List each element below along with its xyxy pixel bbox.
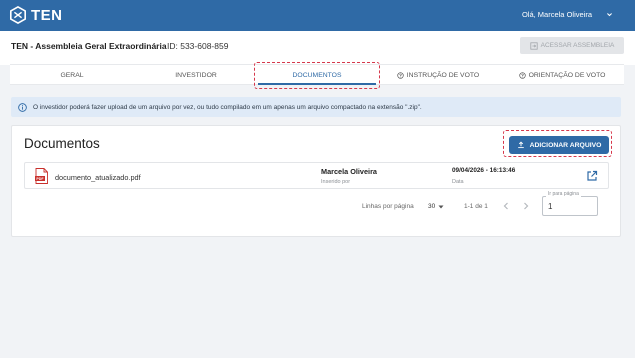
- add-button-highlight-annotation: [503, 130, 612, 157]
- documents-title: Documentos: [24, 136, 100, 151]
- file-name[interactable]: documento_atualizado.pdf: [55, 173, 141, 182]
- help-circle-icon: [518, 72, 526, 79]
- go-to-page-label: Ir para página: [546, 191, 581, 197]
- tab-geral[interactable]: GERAL: [10, 65, 134, 86]
- tab-label: INSTRUÇÃO DE VOTO: [406, 72, 480, 79]
- uploader-label: Inserido por: [321, 179, 351, 185]
- tab-label: GERAL: [60, 72, 84, 79]
- svg-text:PDF: PDF: [36, 177, 44, 181]
- tab-label: INVESTIDOR: [175, 72, 217, 79]
- tab-orientacao-de-voto[interactable]: ORIENTAÇÃO DE VOTO: [500, 65, 624, 86]
- tab-label: ORIENTAÇÃO DE VOTO: [528, 72, 606, 79]
- chevron-down-icon: [607, 13, 612, 17]
- rows-per-page-value: 30: [428, 203, 436, 210]
- info-icon: [18, 102, 27, 112]
- enter-icon: [530, 41, 538, 50]
- rows-per-page-label: Linhas por página: [362, 203, 414, 210]
- tab-instrucao-de-voto[interactable]: INSTRUÇÃO DE VOTO: [376, 65, 500, 86]
- go-to-page-input[interactable]: [548, 202, 592, 211]
- tab-highlight-annotation: [254, 62, 380, 89]
- logo-text: TEN: [31, 6, 63, 24]
- user-greeting: Olá, Marcela Oliveira: [521, 10, 592, 19]
- uploader-name: Marcela Oliveira: [321, 167, 377, 176]
- caret-down-icon: [438, 205, 444, 208]
- assembly-header: TEN - Assembleia Geral Extraordinária ID…: [0, 31, 635, 65]
- tab-investidor[interactable]: INVESTIDOR: [134, 65, 258, 86]
- open-external-icon[interactable]: [586, 170, 598, 182]
- assembly-title: TEN - Assembleia Geral Extraordinária: [11, 41, 167, 51]
- info-text: O investidor poderá fazer upload de um a…: [33, 103, 422, 111]
- date-label: Data: [452, 179, 464, 185]
- pdf-file-icon: PDF: [35, 168, 48, 184]
- upload-date: 09/04/2026 - 16:13:46: [452, 167, 516, 174]
- user-menu[interactable]: Olá, Marcela Oliveira: [522, 10, 613, 19]
- help-circle-icon: [397, 72, 404, 79]
- previous-page-icon[interactable]: [502, 202, 510, 210]
- logo-icon: [9, 6, 27, 24]
- rows-per-page-select[interactable]: 30: [428, 203, 444, 210]
- top-bar: TEN Olá, Marcela Oliveira: [0, 0, 635, 31]
- access-assembly-button[interactable]: ACESSAR ASSEMBLEIA: [520, 37, 624, 54]
- go-to-page-field: Ir para página: [542, 191, 598, 216]
- page-range: 1-1 de 1: [464, 203, 488, 210]
- info-banner: O investidor poderá fazer upload de um a…: [11, 97, 621, 117]
- logo[interactable]: TEN: [9, 6, 63, 24]
- next-page-icon[interactable]: [522, 202, 530, 210]
- access-assembly-label: ACESSAR ASSEMBLEIA: [540, 42, 615, 49]
- document-row: PDF documento_atualizado.pdf Marcela Oli…: [24, 162, 609, 189]
- assembly-id: ID: 533-608-859: [167, 41, 229, 51]
